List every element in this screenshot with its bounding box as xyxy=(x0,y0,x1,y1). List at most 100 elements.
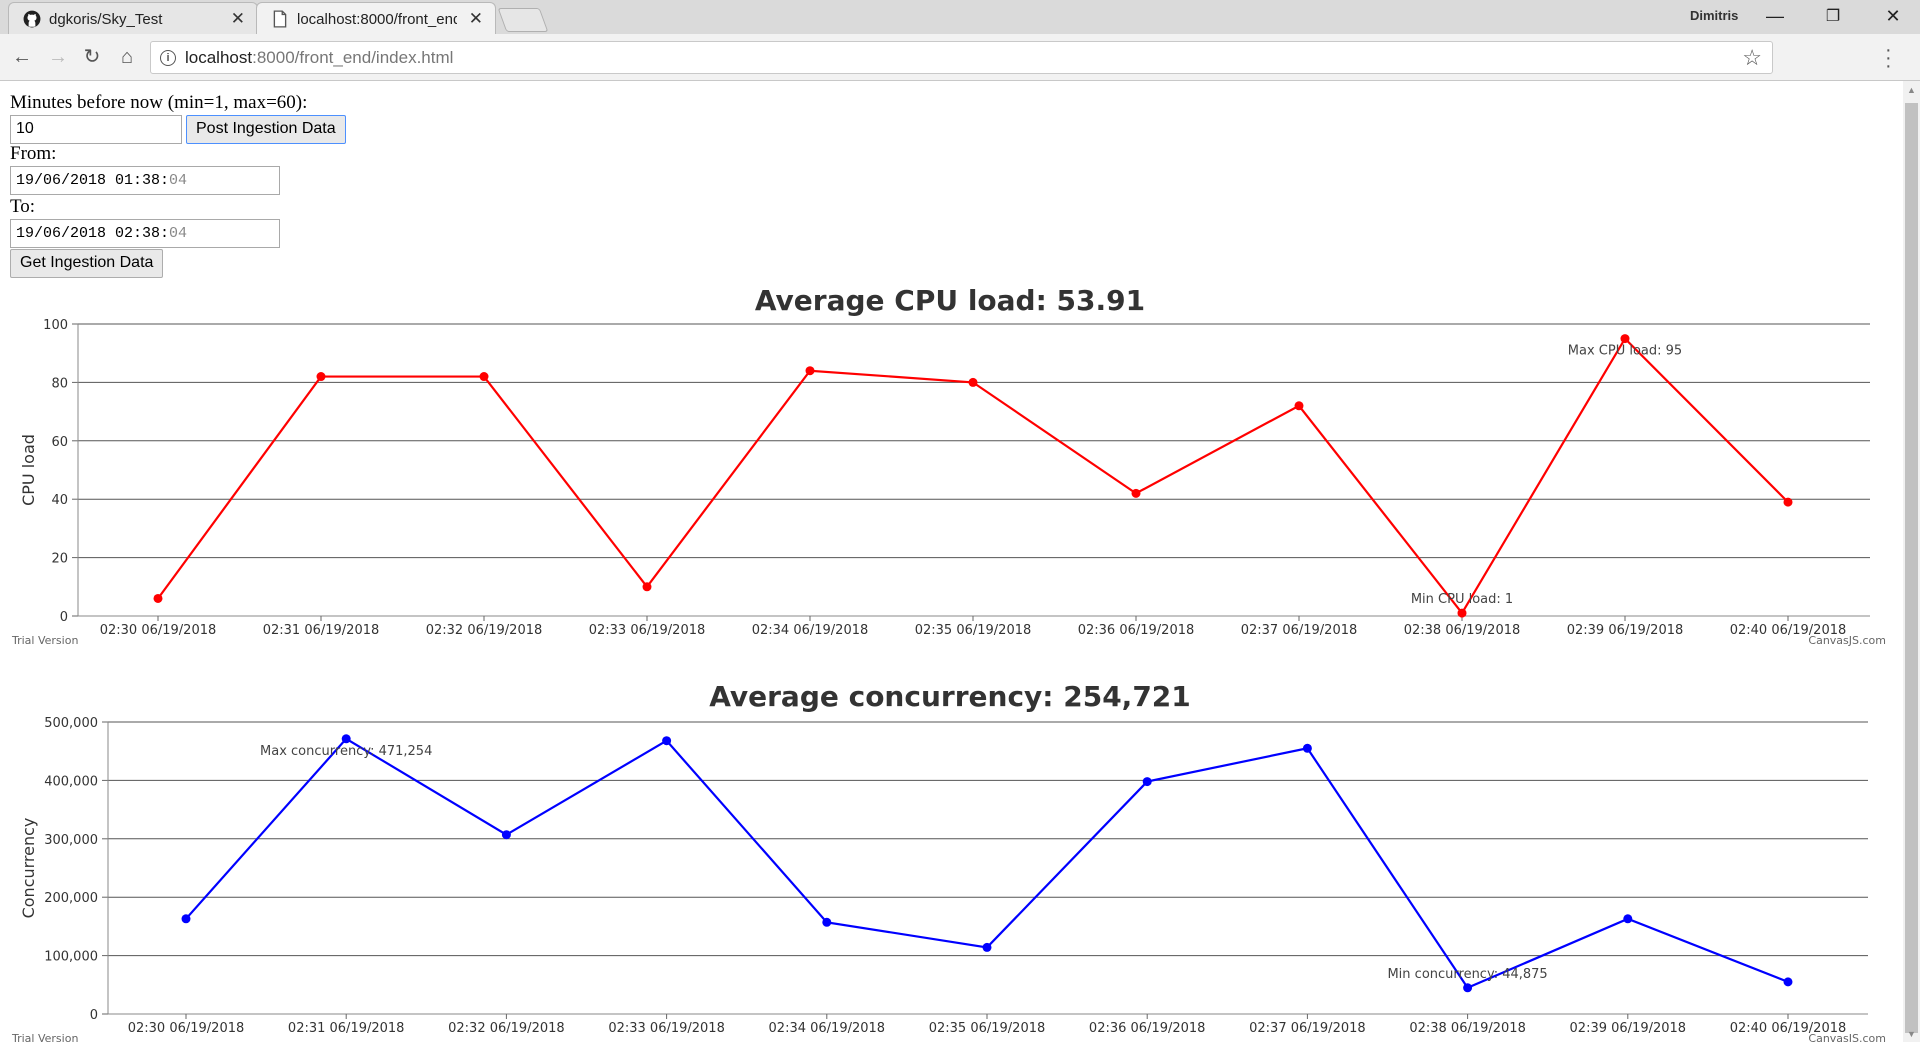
x-tick-label: 02:39 06/19/2018 xyxy=(1567,623,1684,638)
minutes-label: Minutes before now (min=1, max=60): xyxy=(10,92,308,113)
data-point xyxy=(968,377,978,387)
data-point xyxy=(1457,608,1467,618)
x-tick-label: 02:31 06/19/2018 xyxy=(263,623,380,638)
y-tick-label: 300,000 xyxy=(44,833,98,848)
post-ingestion-button[interactable]: Post Ingestion Data xyxy=(186,115,346,144)
data-point xyxy=(1620,334,1630,344)
star-icon[interactable]: ☆ xyxy=(1742,45,1762,71)
home-icon[interactable]: ⌂ xyxy=(113,43,141,71)
concurrency-chart: Average concurrency: 254,721 Concurrency 0… xyxy=(11,680,1886,1042)
reload-icon[interactable]: ↻ xyxy=(78,43,106,71)
x-tick-label: 02:32 06/19/2018 xyxy=(426,623,543,638)
data-point xyxy=(341,734,351,744)
x-tick-label: 02:38 06/19/2018 xyxy=(1409,1021,1526,1036)
minutes-input[interactable]: 10 xyxy=(10,115,182,144)
page-icon xyxy=(273,10,287,28)
cpu-load-chart: Average CPU load: 53.91 CPU load 0 20 40 60 80… xyxy=(11,284,1886,647)
watermark-right: CanvasJS.com xyxy=(1808,1032,1886,1042)
browser-toolbar: ← → ↻ ⌂ i localhost:8000/front_end/index… xyxy=(0,34,1920,81)
y-axis-title: Concurrency xyxy=(19,818,38,919)
minimize-icon[interactable]: — xyxy=(1760,6,1790,27)
info-icon[interactable]: i xyxy=(160,50,176,66)
tab-title: dgkoris/Sky_Test xyxy=(49,11,163,28)
x-tick-label: 02:31 06/19/2018 xyxy=(288,1021,405,1036)
from-datetime-seconds: 04 xyxy=(169,172,188,189)
close-icon[interactable]: ✕ xyxy=(231,9,245,29)
scroll-thumb[interactable] xyxy=(1905,103,1918,1033)
watermark-left: Trial Version xyxy=(11,634,78,647)
y-tick-label: 100,000 xyxy=(44,950,98,965)
data-point xyxy=(1783,497,1793,507)
close-window-icon[interactable]: ✕ xyxy=(1878,6,1908,27)
data-point xyxy=(153,593,163,603)
data-point xyxy=(1302,743,1312,753)
to-label: To: xyxy=(10,196,36,217)
to-datetime-main: 19/06/2018 02:38: xyxy=(16,225,170,242)
x-tick-label: 02:37 06/19/2018 xyxy=(1241,623,1358,638)
y-tick-label: 20 xyxy=(51,552,68,567)
from-datetime-main: 19/06/2018 01:38: xyxy=(16,172,170,189)
to-datetime-seconds: 04 xyxy=(169,225,188,242)
url-path: :8000/front_end/index.html xyxy=(252,48,454,67)
data-annotation: Min concurrency: 44,875 xyxy=(1387,967,1547,982)
menu-icon[interactable]: · · · xyxy=(1885,40,1892,76)
data-point xyxy=(1142,777,1152,787)
watermark-right: CanvasJS.com xyxy=(1808,634,1886,647)
x-tick-label: 02:30 06/19/2018 xyxy=(128,1021,245,1036)
data-point xyxy=(805,366,815,376)
data-point xyxy=(822,917,832,927)
x-tick-label: 02:33 06/19/2018 xyxy=(608,1021,725,1036)
scrollbar[interactable]: ▲ ▼ xyxy=(1903,81,1920,1042)
x-tick-label: 02:30 06/19/2018 xyxy=(100,623,217,638)
x-tick-label: 02:34 06/19/2018 xyxy=(752,623,869,638)
profile-name[interactable]: Dimitris xyxy=(1690,8,1738,23)
data-point xyxy=(501,830,511,840)
data-point xyxy=(479,372,489,382)
to-datetime-input[interactable]: 19/06/2018 02:38:04 xyxy=(10,219,280,248)
tab-github[interactable]: dgkoris/Sky_Test ✕ xyxy=(8,2,258,34)
x-tick-label: 02:33 06/19/2018 xyxy=(589,623,706,638)
data-annotation: Min CPU load: 1 xyxy=(1411,592,1513,607)
tab-title: localhost:8000/front_end xyxy=(297,11,457,28)
restore-icon[interactable]: ❐ xyxy=(1818,6,1848,26)
tab-strip: dgkoris/Sky_Test ✕ localhost:8000/front_… xyxy=(0,0,1920,34)
x-tick-label: 02:37 06/19/2018 xyxy=(1249,1021,1366,1036)
get-ingestion-button[interactable]: Get Ingestion Data xyxy=(10,249,164,278)
data-point xyxy=(982,942,992,952)
tab-localhost[interactable]: localhost:8000/front_end ✕ xyxy=(256,2,496,34)
data-point xyxy=(1294,401,1304,411)
y-tick-label: 200,000 xyxy=(44,891,98,906)
y-axis-title: CPU load xyxy=(19,434,38,506)
data-point xyxy=(642,582,652,592)
data-point xyxy=(181,914,191,924)
from-datetime-input[interactable]: 19/06/2018 01:38:04 xyxy=(10,166,280,195)
x-tick-label: 02:36 06/19/2018 xyxy=(1078,623,1195,638)
url-text: localhost:8000/front_end/index.html xyxy=(185,48,453,68)
url-host: localhost xyxy=(185,48,253,67)
x-tick-label: 02:39 06/19/2018 xyxy=(1570,1021,1687,1036)
scroll-up-icon[interactable]: ▲ xyxy=(1907,85,1916,95)
data-point xyxy=(1783,977,1793,987)
data-annotation: Max concurrency: 471,254 xyxy=(260,744,432,759)
scroll-down-icon[interactable]: ▼ xyxy=(1907,1029,1916,1039)
from-label: From: xyxy=(10,143,57,164)
y-tick-label: 80 xyxy=(51,376,68,391)
y-tick-label: 400,000 xyxy=(44,774,98,789)
data-point xyxy=(662,736,672,746)
chart-title: Average CPU load: 53.91 xyxy=(755,284,1145,317)
watermark-left: Trial Version xyxy=(11,1032,78,1042)
x-tick-label: 02:35 06/19/2018 xyxy=(915,623,1032,638)
x-tick-label: 02:35 06/19/2018 xyxy=(929,1021,1046,1036)
close-icon[interactable]: ✕ xyxy=(469,9,483,29)
x-tick-label: 02:38 06/19/2018 xyxy=(1404,623,1521,638)
data-point xyxy=(316,372,326,382)
y-tick-label: 0 xyxy=(60,610,68,625)
forward-icon[interactable]: → xyxy=(44,43,72,71)
chart-title: Average concurrency: 254,721 xyxy=(709,680,1191,713)
address-bar[interactable]: i localhost:8000/front_end/index.html ☆ xyxy=(150,41,1773,74)
new-tab-button[interactable] xyxy=(497,8,549,32)
back-icon[interactable]: ← xyxy=(8,43,36,71)
y-tick-label: 100 xyxy=(43,318,68,333)
y-tick-label: 500,000 xyxy=(44,716,98,731)
y-tick-label: 60 xyxy=(51,435,68,450)
